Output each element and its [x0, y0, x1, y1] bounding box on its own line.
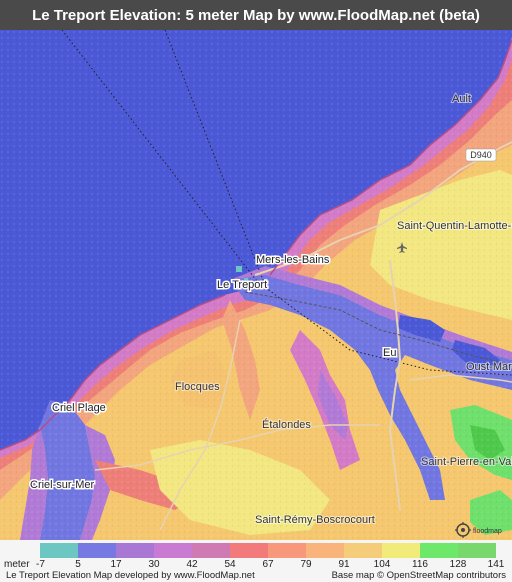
place-label-saint-remy[interactable]: Saint-Rémy-Boscrocourt	[254, 513, 376, 527]
legend-swatch	[230, 543, 268, 558]
legend-swatch	[192, 543, 230, 558]
harbor-basin	[236, 266, 242, 272]
legend-swatch	[116, 543, 154, 558]
map-title: Le Treport Elevation: 5 meter Map by www…	[0, 0, 512, 30]
place-label-ault[interactable]: Ault	[451, 92, 472, 106]
legend-swatch	[306, 543, 344, 558]
legend-swatch	[40, 543, 78, 558]
place-label-saint-quentin[interactable]: Saint-Quentin-Lamotte-Cr	[396, 219, 512, 233]
legend-swatch	[268, 543, 306, 558]
place-label-saint-pierre-en-val[interactable]: Saint-Pierre-en-Val	[420, 455, 512, 469]
legend-value: 67	[262, 559, 274, 570]
footer: Le Treport Elevation Map developed by ww…	[0, 570, 512, 582]
legend-value: 116	[412, 559, 428, 570]
elevation-legend: meter -7 5 17 30 42 54 67 79 91 104 116 128 141	[0, 540, 512, 570]
svg-text:D940: D940	[470, 150, 492, 160]
road-label-d940: D940	[465, 148, 497, 162]
logo-wordmark: floodmap	[473, 528, 502, 535]
legend-value: -7	[36, 559, 45, 570]
legend-value: 79	[300, 559, 312, 570]
legend-value: 42	[186, 559, 198, 570]
floodmap-logo: floodmap	[455, 522, 502, 538]
legend-value: 141	[487, 559, 505, 570]
place-label-criel-sur-mer[interactable]: Criel-sur-Mer	[29, 478, 97, 493]
footer-attribution[interactable]: Base map © OpenStreetMap contributors	[332, 570, 506, 581]
elevation-map-canvas: D940 Ault Mers-les-Bains Le Treport Sain…	[0, 30, 512, 540]
legend-value-scale: meter -7 5 17 30 42 54 67 79 91 104 116 128 141	[0, 559, 512, 570]
place-label-eu[interactable]: Eu	[382, 346, 398, 361]
legend-value: 30	[148, 559, 160, 570]
place-label-etalondes[interactable]: Étalondes	[261, 417, 312, 432]
place-label-mers-les-bains[interactable]: Mers-les-Bains	[255, 253, 332, 268]
legend-swatch	[154, 543, 192, 558]
legend-color-scale	[40, 543, 496, 558]
footer-credit[interactable]: Le Treport Elevation Map developed by ww…	[6, 570, 255, 581]
legend-value: 128	[449, 559, 467, 570]
legend-unit-label: meter	[4, 559, 30, 570]
legend-swatch	[382, 543, 420, 558]
place-label-oust-marest[interactable]: Oust-Mare	[465, 360, 512, 374]
legend-value: 5	[75, 559, 81, 570]
legend-swatch	[78, 543, 116, 558]
legend-swatch	[344, 543, 382, 558]
legend-value: 104	[373, 559, 391, 570]
legend-value: 54	[224, 559, 236, 570]
place-label-criel-plage[interactable]: Criel Plage	[51, 401, 108, 416]
legend-swatch	[458, 543, 496, 558]
place-label-le-treport[interactable]: Le Treport	[216, 278, 269, 293]
legend-swatch	[420, 543, 458, 558]
legend-value: 91	[338, 559, 350, 570]
legend-value: 17	[110, 559, 122, 570]
elevation-map[interactable]: D940 Ault Mers-les-Bains Le Treport Sain…	[0, 30, 512, 540]
place-label-flocques[interactable]: Flocques	[174, 380, 221, 394]
